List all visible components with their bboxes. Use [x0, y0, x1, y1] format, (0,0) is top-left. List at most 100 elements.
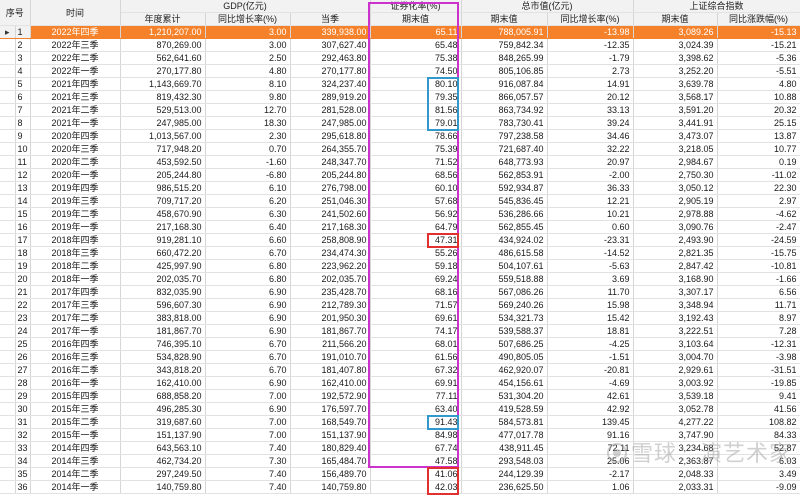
cell-gdp-cumulative[interactable]: 343,818.20 — [120, 363, 206, 377]
row-marker[interactable] — [0, 350, 16, 364]
row-marker[interactable] — [0, 142, 16, 156]
cell-index-change[interactable]: 6.03 — [717, 454, 800, 468]
cell-gdp-cumulative[interactable]: 140,759.80 — [120, 480, 206, 494]
cell-gdp-quarter[interactable]: 217,168.30 — [290, 220, 371, 234]
cell-index-end[interactable]: 2,929.61 — [633, 363, 718, 377]
cell-gdp-yoy[interactable]: 7.00 — [205, 389, 291, 403]
cell-market-cap-yoy[interactable]: -2.00 — [547, 168, 634, 182]
cell-index[interactable]: 6 — [15, 90, 31, 104]
cell-index[interactable]: 8 — [15, 116, 31, 130]
cell-index-end[interactable]: 3,473.07 — [633, 129, 718, 143]
row-marker[interactable] — [0, 298, 16, 312]
table-row[interactable]: 12 2020年一季 205,244.80 -6.80 205,244.80 68.56 5… — [0, 168, 800, 182]
cell-index[interactable]: 26 — [15, 350, 31, 364]
table-row[interactable]: 17 2018年四季 919,281.10 6.60 258,808.90 47.31 43… — [0, 233, 800, 247]
cell-market-cap[interactable]: 562,855.45 — [461, 220, 548, 234]
cell-gdp-quarter[interactable]: 223,962.20 — [290, 259, 371, 273]
cell-market-cap[interactable]: 539,588.37 — [461, 324, 548, 338]
cell-securitization[interactable]: 65.11 — [370, 25, 462, 39]
cell-market-cap[interactable]: 797,238.58 — [461, 129, 548, 143]
cell-gdp-cumulative[interactable]: 458,670.90 — [120, 207, 206, 221]
cell-market-cap[interactable]: 759,842.34 — [461, 38, 548, 52]
cell-time[interactable]: 2016年四季 — [30, 337, 121, 351]
cell-market-cap-yoy[interactable]: 42.61 — [547, 389, 634, 403]
cell-market-cap-yoy[interactable]: 0.60 — [547, 220, 634, 234]
cell-securitization[interactable]: 47.58 — [370, 454, 462, 468]
cell-market-cap[interactable]: 788,005.91 — [461, 25, 548, 39]
cell-time[interactable]: 2015年四季 — [30, 389, 121, 403]
cell-time[interactable]: 2014年一季 — [30, 480, 121, 494]
cell-gdp-yoy[interactable]: 6.70 — [205, 363, 291, 377]
cell-gdp-cumulative[interactable]: 217,168.30 — [120, 220, 206, 234]
cell-securitization[interactable]: 57.68 — [370, 194, 462, 208]
cell-market-cap-yoy[interactable]: 18.81 — [547, 324, 634, 338]
cell-index-change[interactable]: 20.32 — [717, 103, 800, 117]
cell-market-cap-yoy[interactable]: 20.12 — [547, 90, 634, 104]
row-marker[interactable] — [0, 311, 16, 325]
cell-gdp-cumulative[interactable]: 596,607.30 — [120, 298, 206, 312]
cell-gdp-quarter[interactable]: 211,566.20 — [290, 337, 371, 351]
cell-index-change[interactable]: 84.33 — [717, 428, 800, 442]
row-marker[interactable]: ▸ — [0, 25, 16, 39]
cell-gdp-yoy[interactable]: 12.70 — [205, 103, 291, 117]
cell-market-cap[interactable]: 244,129.39 — [461, 467, 548, 481]
row-marker[interactable] — [0, 415, 16, 429]
cell-index[interactable]: 10 — [15, 142, 31, 156]
cell-time[interactable]: 2017年三季 — [30, 298, 121, 312]
row-marker[interactable] — [0, 51, 16, 65]
cell-gdp-yoy[interactable]: -6.80 — [205, 168, 291, 182]
cell-index[interactable]: 9 — [15, 129, 31, 143]
cell-market-cap-yoy[interactable]: 91.16 — [547, 428, 634, 442]
row-marker[interactable] — [0, 233, 16, 247]
cell-index-change[interactable]: 3.49 — [717, 467, 800, 481]
row-marker[interactable] — [0, 220, 16, 234]
cell-index-end[interactable]: 3,234.68 — [633, 441, 718, 455]
table-row[interactable]: 8 2021年一季 247,985.00 18.30 247,985.00 79.01 78… — [0, 116, 800, 130]
cell-gdp-yoy[interactable]: 7.00 — [205, 415, 291, 429]
cell-time[interactable]: 2018年一季 — [30, 272, 121, 286]
cell-gdp-yoy[interactable]: 7.40 — [205, 441, 291, 455]
cell-index-change[interactable]: -12.31 — [717, 337, 800, 351]
cell-market-cap-yoy[interactable]: 25.06 — [547, 454, 634, 468]
cell-market-cap-yoy[interactable]: 33.13 — [547, 103, 634, 117]
row-marker[interactable] — [0, 441, 16, 455]
cell-market-cap-yoy[interactable]: -1.79 — [547, 51, 634, 65]
cell-gdp-yoy[interactable]: 6.80 — [205, 272, 291, 286]
table-row[interactable]: 20 2018年一季 202,035.70 6.80 202,035.70 69.24 55… — [0, 272, 800, 286]
cell-index[interactable]: 16 — [15, 220, 31, 234]
cell-securitization[interactable]: 79.35 — [370, 90, 462, 104]
cell-market-cap-yoy[interactable]: 15.42 — [547, 311, 634, 325]
cell-index-change[interactable]: 6.56 — [717, 285, 800, 299]
cell-market-cap-yoy[interactable]: -2.17 — [547, 467, 634, 481]
cell-gdp-yoy[interactable]: 7.40 — [205, 480, 291, 494]
cell-time[interactable]: 2014年三季 — [30, 454, 121, 468]
cell-market-cap-yoy[interactable]: 10.21 — [547, 207, 634, 221]
cell-index-end[interactable]: 3,222.51 — [633, 324, 718, 338]
cell-index[interactable]: 23 — [15, 311, 31, 325]
table-row[interactable]: 7 2021年二季 529,513.00 12.70 281,528.00 81.56 86… — [0, 103, 800, 117]
cell-index-end[interactable]: 3,441.91 — [633, 116, 718, 130]
cell-index[interactable]: 27 — [15, 363, 31, 377]
row-marker[interactable] — [0, 376, 16, 390]
cell-market-cap[interactable]: 236,625.50 — [461, 480, 548, 494]
cell-market-cap-yoy[interactable]: -4.69 — [547, 376, 634, 390]
cell-gdp-yoy[interactable]: 6.80 — [205, 259, 291, 273]
row-marker[interactable] — [0, 363, 16, 377]
cell-time[interactable]: 2021年四季 — [30, 77, 121, 91]
cell-gdp-quarter[interactable]: 258,808.90 — [290, 233, 371, 247]
cell-securitization[interactable]: 79.01 — [370, 116, 462, 130]
cell-market-cap-yoy[interactable]: 15.98 — [547, 298, 634, 312]
cell-index-change[interactable]: -9.09 — [717, 480, 800, 494]
cell-index-change[interactable]: 13.87 — [717, 129, 800, 143]
table-row[interactable]: 4 2022年一季 270,177.80 4.80 270,177.80 74.50 805… — [0, 64, 800, 78]
cell-index-change[interactable]: -5.51 — [717, 64, 800, 78]
cell-time[interactable]: 2015年三季 — [30, 402, 121, 416]
cell-gdp-yoy[interactable]: 0.70 — [205, 142, 291, 156]
cell-index-change[interactable]: 8.97 — [717, 311, 800, 325]
cell-gdp-quarter[interactable]: 264,355.70 — [290, 142, 371, 156]
cell-market-cap-yoy[interactable]: 11.70 — [547, 285, 634, 299]
row-marker[interactable] — [0, 285, 16, 299]
cell-market-cap[interactable]: 419,528.59 — [461, 402, 548, 416]
cell-market-cap-yoy[interactable]: -4.25 — [547, 337, 634, 351]
cell-securitization[interactable]: 42.03 — [370, 480, 462, 494]
